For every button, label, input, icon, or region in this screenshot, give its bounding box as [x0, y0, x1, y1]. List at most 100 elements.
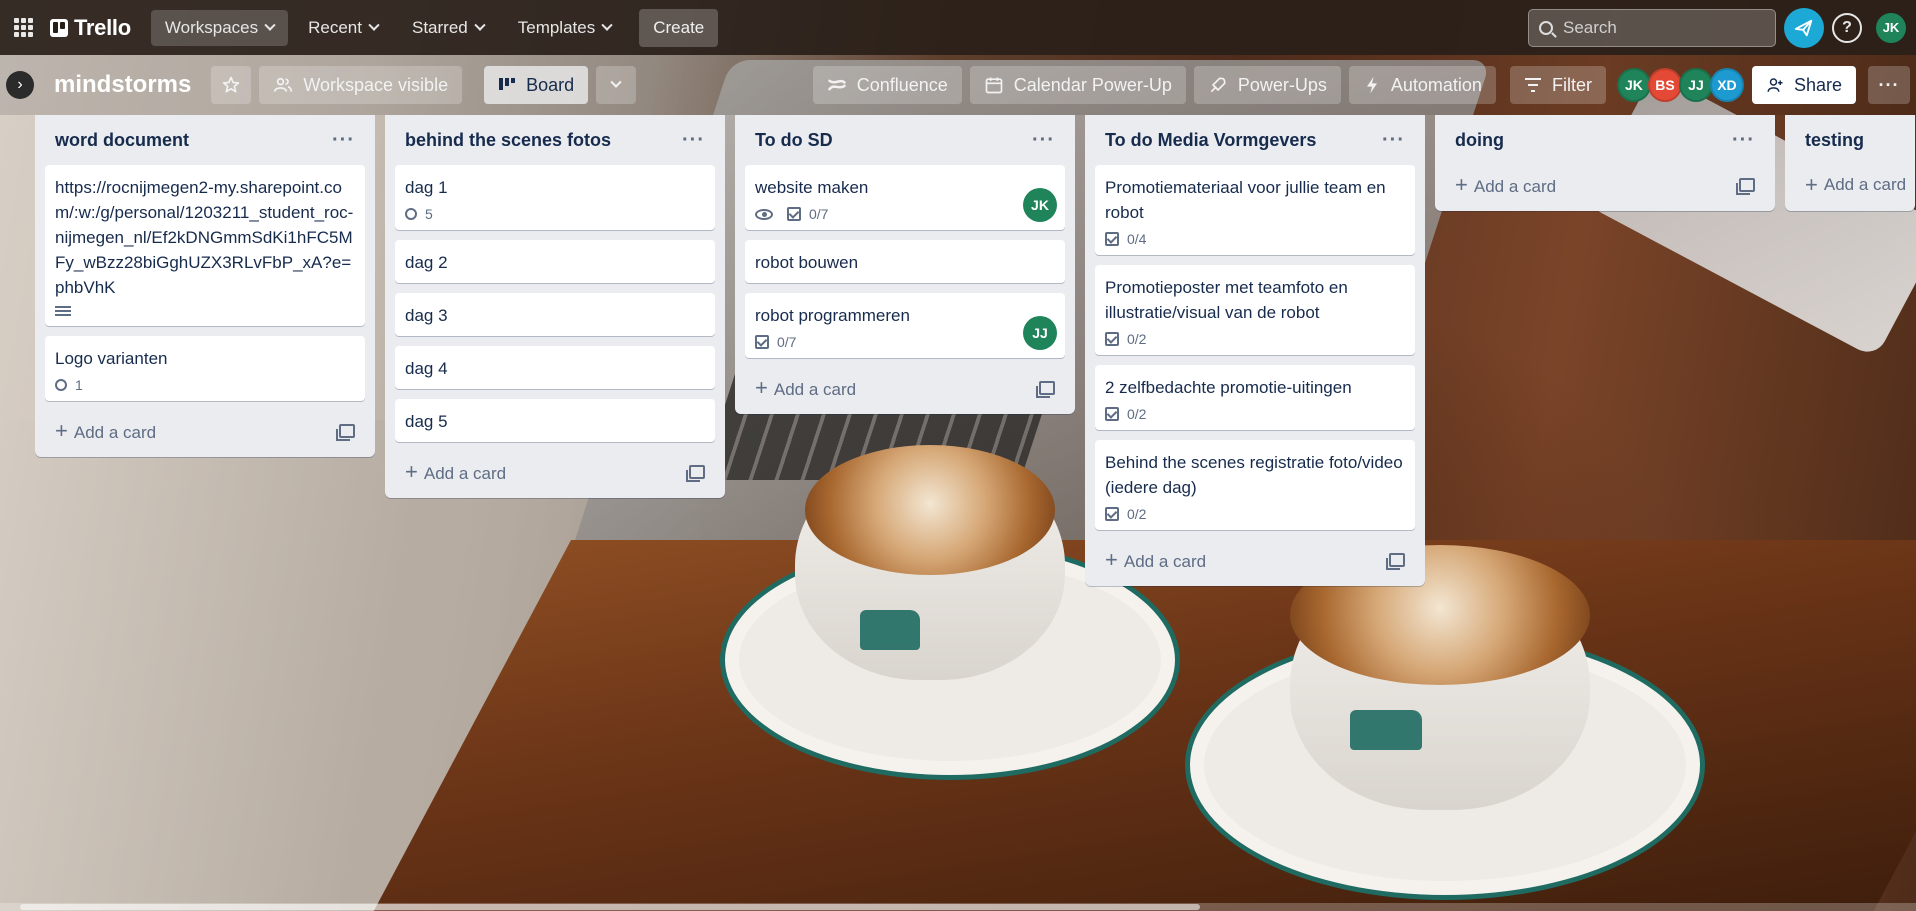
trello-logo[interactable]: Trello	[50, 15, 131, 41]
view-switcher-board[interactable]: Board	[484, 66, 589, 104]
view-dropdown-button[interactable]	[596, 66, 637, 104]
card-title: Logo varianten	[55, 349, 168, 368]
list-menu-button[interactable]: ···	[332, 129, 355, 152]
add-card-label: Add a card	[423, 464, 507, 483]
user-avatar[interactable]: JK	[1876, 12, 1906, 43]
card[interactable]: dag 4	[395, 346, 715, 389]
card-badges: 0/2	[1105, 506, 1405, 522]
card[interactable]: dag 2	[395, 240, 715, 283]
automation-button[interactable]: Automation	[1348, 66, 1496, 104]
add-card-button[interactable]: + Add a card	[745, 368, 1065, 408]
card-title: website maken	[755, 178, 869, 197]
card-member-avatar[interactable]: JK	[1023, 188, 1057, 222]
list-title[interactable]: To do Media Vormgevers	[1105, 130, 1316, 151]
checklist-icon	[787, 207, 801, 221]
card[interactable]: website maken 0/7 JK	[745, 165, 1065, 230]
list-menu-button[interactable]: ···	[1032, 129, 1055, 152]
board-horizontal-scrollbar[interactable]	[0, 903, 1916, 911]
app-switcher-icon[interactable]	[14, 17, 34, 38]
search-box[interactable]	[1528, 8, 1776, 47]
list-title[interactable]: behind the scenes fotos	[405, 130, 611, 151]
automation-label: Automation	[1390, 74, 1482, 95]
list-header[interactable]: To do SD ···	[745, 115, 1065, 165]
card[interactable]: Behind the scenes registratie foto/video…	[1095, 440, 1415, 530]
list-header[interactable]: doing ···	[1445, 115, 1765, 165]
card-template-icon[interactable]	[686, 465, 705, 482]
list-header[interactable]: testing	[1795, 115, 1905, 165]
card[interactable]: Promotieposter met teamfoto en illustrat…	[1095, 265, 1415, 355]
member-avatar[interactable]: BS	[1647, 68, 1682, 102]
card[interactable]: https://rocnijmegen2-my.sharepoint.com/:…	[45, 165, 365, 326]
list-title[interactable]: testing	[1805, 130, 1864, 151]
board-lists: word document ··· https://rocnijmegen2-m…	[35, 115, 1915, 586]
nav-starred[interactable]: Starred	[398, 10, 498, 46]
share-button[interactable]: Share	[1751, 66, 1856, 104]
help-icon[interactable]: ?	[1832, 12, 1862, 43]
add-card-label: Add a card	[773, 380, 857, 399]
notifications-button[interactable]	[1784, 7, 1824, 48]
board-menu-button[interactable]: ···	[1868, 66, 1910, 104]
card-template-icon[interactable]	[1386, 553, 1405, 570]
add-card-button[interactable]: + Add a card	[45, 411, 365, 451]
list-title[interactable]: To do SD	[755, 130, 833, 151]
list-menu-button[interactable]: ···	[1732, 129, 1755, 152]
sidebar-expand-button[interactable]: ›	[6, 71, 34, 99]
card-member-avatar[interactable]: JJ	[1023, 316, 1057, 350]
powerups-button[interactable]: Power-Ups	[1193, 66, 1341, 104]
board-members: JK BS JJ XD	[1616, 68, 1744, 102]
add-card-button[interactable]: + Add a card	[1795, 165, 1907, 205]
board-title[interactable]: mindstorms	[54, 71, 191, 99]
member-avatar[interactable]: JK	[1616, 68, 1651, 102]
member-avatar[interactable]: XD	[1709, 68, 1744, 102]
list-menu-button[interactable]: ···	[682, 129, 705, 152]
filter-button[interactable]: Filter	[1509, 66, 1606, 104]
add-card-button[interactable]: + Add a card	[1095, 540, 1415, 580]
card[interactable]: dag 3	[395, 293, 715, 336]
list-menu-button[interactable]: ···	[1382, 129, 1405, 152]
card-title: robot bouwen	[755, 253, 859, 272]
nav-workspaces[interactable]: Workspaces	[150, 9, 289, 46]
checklist-count: 0/7	[777, 334, 797, 350]
star-board-button[interactable]	[211, 66, 252, 104]
add-card-button[interactable]: + Add a card	[395, 452, 715, 492]
card[interactable]: robot programmeren 0/7 JJ	[745, 293, 1065, 358]
list-header[interactable]: word document ···	[45, 115, 365, 165]
search-input[interactable]	[1563, 17, 1753, 38]
list-title[interactable]: word document	[55, 130, 189, 151]
list-header[interactable]: To do Media Vormgevers ···	[1095, 115, 1415, 165]
card-badges: 5	[402, 205, 705, 223]
card-title: Promotiemateriaal voor jullie team en ro…	[1105, 178, 1386, 222]
filter-icon	[1524, 78, 1541, 92]
scrollbar-thumb[interactable]	[20, 904, 1200, 910]
checklist-icon	[1105, 332, 1119, 346]
powerup-confluence-label: Confluence	[856, 74, 948, 95]
powerup-calendar[interactable]: Calendar Power-Up	[969, 66, 1186, 104]
card[interactable]: Logo varianten 1	[45, 336, 365, 401]
card-template-icon[interactable]	[1736, 178, 1755, 195]
member-avatar[interactable]: JJ	[1678, 68, 1713, 102]
card-template-icon[interactable]	[1036, 381, 1055, 398]
card[interactable]: Promotiemateriaal voor jullie team en ro…	[1095, 165, 1415, 255]
card[interactable]: dag 1 5	[395, 165, 715, 230]
card-template-icon[interactable]	[336, 424, 355, 441]
list: behind the scenes fotos ··· dag 1 5 dag …	[385, 115, 725, 498]
list-title[interactable]: doing	[1455, 130, 1504, 151]
list-header[interactable]: behind the scenes fotos ···	[395, 115, 715, 165]
add-card-label: Add a card	[1823, 175, 1907, 194]
rocket-icon	[1210, 77, 1226, 93]
create-button[interactable]: Create	[639, 8, 719, 47]
nav-recent[interactable]: Recent	[294, 10, 392, 46]
powerup-confluence[interactable]: Confluence	[812, 66, 962, 104]
card-title: dag 5	[405, 412, 448, 431]
search-icon	[1539, 20, 1553, 35]
visibility-button[interactable]: Workspace visible	[259, 66, 463, 104]
add-card-button[interactable]: + Add a card	[1445, 165, 1765, 205]
trello-logo-icon	[50, 18, 68, 37]
card[interactable]: dag 5	[395, 399, 715, 442]
card-badges: 0/2	[1105, 406, 1405, 422]
card[interactable]: robot bouwen	[745, 240, 1065, 283]
card[interactable]: 2 zelfbedachte promotie-uitingen 0/2	[1095, 365, 1415, 430]
checklist-badge: 0/4	[1105, 231, 1146, 247]
card-title: dag 4	[405, 359, 448, 378]
nav-templates[interactable]: Templates	[504, 10, 625, 46]
